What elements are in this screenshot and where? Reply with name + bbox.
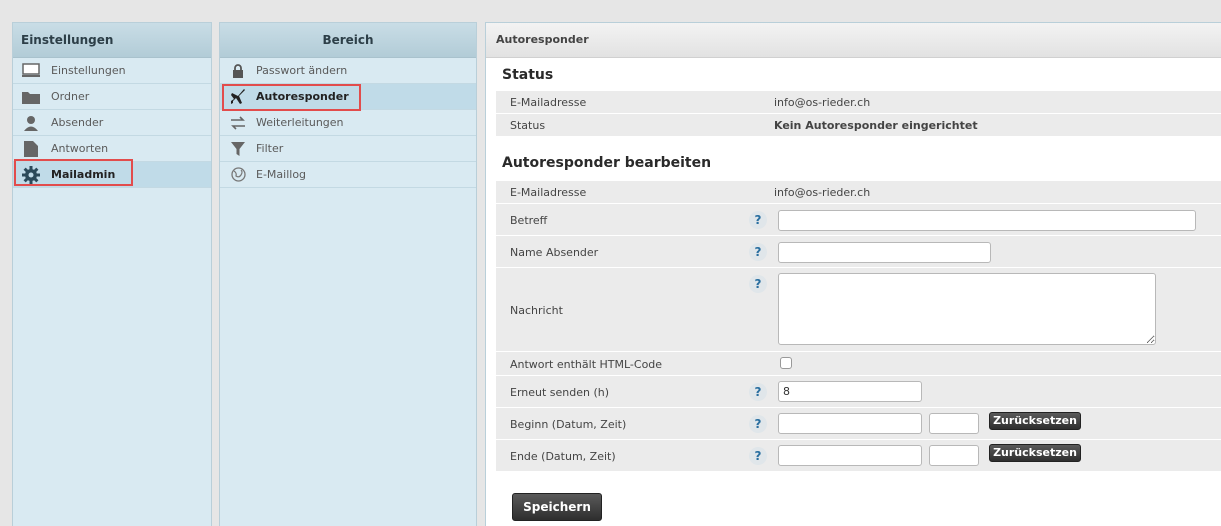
end-row: Ende (Datum, Zeit) ? Zurücksetzen xyxy=(496,440,1221,472)
document-icon xyxy=(21,140,41,157)
edit-email-value: info@os-rieder.ch xyxy=(774,186,871,199)
nav-item-emaillog[interactable]: E-Maillog xyxy=(220,162,476,188)
nav-item-antworten[interactable]: Antworten xyxy=(13,136,211,162)
status-heading: Status xyxy=(502,67,554,83)
start-time-input[interactable] xyxy=(929,413,979,434)
nav-item-label: Mailadmin xyxy=(51,168,116,181)
sender-name-input[interactable] xyxy=(778,242,991,263)
edit-email-row: E-Mailadresse info@os-rieder.ch xyxy=(496,181,1221,204)
sender-row: Name Absender ? xyxy=(496,236,1221,268)
status-email-row: E-Mailadresse info@os-rieder.ch xyxy=(496,91,1221,114)
message-row: Nachricht ? xyxy=(496,268,1221,352)
end-date-input[interactable] xyxy=(778,445,922,466)
folder-icon xyxy=(21,88,41,105)
html-label: Antwort enthält HTML-Code xyxy=(510,358,663,371)
nav-item-passwort[interactable]: Passwort ändern xyxy=(220,58,476,84)
globe-icon xyxy=(228,166,248,183)
nav-item-label: Filter xyxy=(256,142,284,155)
edit-email-label: E-Mailadresse xyxy=(510,186,587,199)
nav-item-autoresponder[interactable]: Autoresponder xyxy=(220,84,476,110)
main-panel: Autoresponder Status E-Mailadresse info@… xyxy=(485,22,1221,526)
save-button[interactable]: Speichern xyxy=(512,493,602,521)
start-date-input[interactable] xyxy=(778,413,922,434)
nav-item-weiterleitungen[interactable]: Weiterleitungen xyxy=(220,110,476,136)
help-icon[interactable]: ? xyxy=(749,447,767,465)
nav-item-label: Absender xyxy=(51,116,104,129)
html-checkbox[interactable] xyxy=(780,357,792,369)
help-icon[interactable]: ? xyxy=(749,211,767,229)
subject-label: Betreff xyxy=(510,214,548,227)
help-icon[interactable]: ? xyxy=(749,275,767,293)
help-icon[interactable]: ? xyxy=(749,415,767,433)
gear-icon xyxy=(21,165,41,184)
start-row: Beginn (Datum, Zeit) ? Zurücksetzen xyxy=(496,408,1221,440)
help-icon[interactable]: ? xyxy=(749,243,767,261)
message-textarea[interactable] xyxy=(778,273,1156,345)
resend-label: Erneut senden (h) xyxy=(510,386,610,399)
main-panel-title: Autoresponder xyxy=(486,23,1221,58)
nav-item-label: Autoresponder xyxy=(256,90,349,103)
monitor-icon xyxy=(21,62,41,79)
nav-item-filter[interactable]: Filter xyxy=(220,136,476,162)
nav-item-einstellungen[interactable]: Einstellungen xyxy=(13,58,211,84)
status-state-row: Status Kein Autoresponder eingerichtet xyxy=(496,114,1221,137)
start-reset-button[interactable]: Zurücksetzen xyxy=(989,412,1081,430)
nav-item-label: E-Maillog xyxy=(256,168,307,181)
nav-item-label: Antworten xyxy=(51,142,109,155)
edit-heading: Autoresponder bearbeiten xyxy=(502,155,712,171)
nav-item-mailadmin[interactable]: Mailadmin xyxy=(13,162,211,188)
nav-item-ordner[interactable]: Ordner xyxy=(13,84,211,110)
end-reset-button[interactable]: Zurücksetzen xyxy=(989,444,1081,462)
resend-hours-input[interactable] xyxy=(778,381,922,402)
nav-item-label: Ordner xyxy=(51,90,90,103)
end-time-input[interactable] xyxy=(929,445,979,466)
help-icon[interactable]: ? xyxy=(749,383,767,401)
message-label: Nachricht xyxy=(510,304,563,317)
html-row: Antwort enthält HTML-Code xyxy=(496,352,1221,376)
nav-item-absender[interactable]: Absender xyxy=(13,110,211,136)
status-state-label: Status xyxy=(510,119,546,132)
area-panel: Bereich Passwort ändern Autoresponder We… xyxy=(219,22,477,526)
start-label: Beginn (Datum, Zeit) xyxy=(510,418,627,431)
nav-item-label: Einstellungen xyxy=(51,64,126,77)
settings-panel: Einstellungen Einstellungen Ordner Absen… xyxy=(12,22,212,526)
status-email-value: info@os-rieder.ch xyxy=(774,96,871,109)
airplane-icon xyxy=(228,88,248,105)
status-email-label: E-Mailadresse xyxy=(510,96,587,109)
subject-row: Betreff ? xyxy=(496,204,1221,236)
end-label: Ende (Datum, Zeit) xyxy=(510,450,616,463)
resend-row: Erneut senden (h) ? xyxy=(496,376,1221,408)
lock-icon xyxy=(228,62,248,79)
sender-label: Name Absender xyxy=(510,246,599,259)
funnel-icon xyxy=(228,140,248,157)
area-panel-title: Bereich xyxy=(220,23,476,58)
user-icon xyxy=(21,114,41,131)
subject-input[interactable] xyxy=(778,210,1196,231)
nav-item-label: Passwort ändern xyxy=(256,64,348,77)
arrows-icon xyxy=(228,114,248,131)
settings-panel-title: Einstellungen xyxy=(13,23,211,58)
status-state-value: Kein Autoresponder eingerichtet xyxy=(774,119,978,132)
nav-item-label: Weiterleitungen xyxy=(256,116,344,129)
